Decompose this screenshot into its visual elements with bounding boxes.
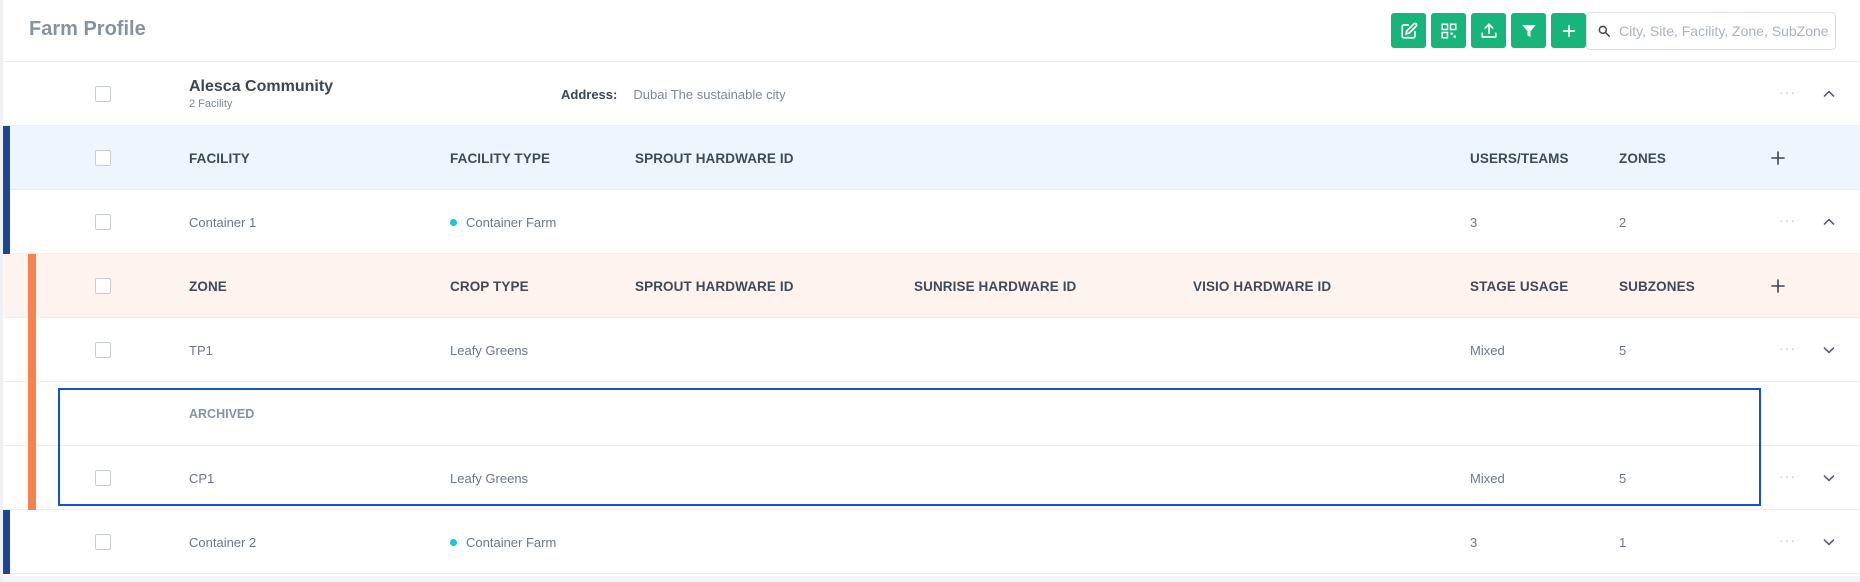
zones-column-header: ZONES bbox=[1619, 150, 1667, 166]
search-box bbox=[1586, 12, 1836, 50]
chevron-down-icon[interactable] bbox=[1821, 342, 1837, 358]
subzones-column-header: SUBZONES bbox=[1619, 278, 1695, 294]
address-value: Dubai The sustainable city bbox=[633, 86, 786, 102]
stage-usage-value: Mixed bbox=[1470, 470, 1505, 486]
table-row[interactable]: TP1 Leafy Greens Mixed 5 ··· bbox=[3, 318, 1860, 382]
toolbar bbox=[1391, 13, 1586, 48]
users-teams-value: 3 bbox=[1470, 534, 1478, 550]
sprout-hardware-column-header: SPROUT HARDWARE ID bbox=[635, 278, 794, 294]
upload-icon bbox=[1480, 22, 1497, 38]
community-facility-count: 2 Facility bbox=[189, 98, 233, 110]
search-input[interactable] bbox=[1619, 23, 1834, 39]
upload-button[interactable] bbox=[1471, 13, 1506, 48]
more-options-icon[interactable]: ··· bbox=[1779, 468, 1796, 484]
users-teams-value: 3 bbox=[1470, 214, 1478, 230]
facility-name: Container 1 bbox=[189, 214, 257, 230]
sprout-hardware-column-header: SPROUT HARDWARE ID bbox=[635, 150, 794, 166]
qr-code-icon bbox=[1441, 23, 1456, 38]
community-checkbox[interactable] bbox=[95, 86, 111, 102]
plus-icon bbox=[1562, 24, 1575, 37]
edit-icon bbox=[1400, 22, 1417, 39]
community-address: Address: Dubai The sustainable city bbox=[561, 62, 786, 126]
facility-name: Container 2 bbox=[189, 534, 257, 550]
stage-usage-value: Mixed bbox=[1470, 342, 1505, 358]
edit-button[interactable] bbox=[1391, 13, 1426, 48]
table-row[interactable]: Container 1 Container Farm 3 2 ··· bbox=[3, 190, 1860, 254]
crop-type-value: Leafy Greens bbox=[450, 342, 529, 358]
zone-header-row: ZONE CROP TYPE SPROUT HARDWARE ID SUNRIS… bbox=[3, 254, 1860, 318]
table-bottom-strip bbox=[3, 576, 1860, 582]
search-icon bbox=[1598, 25, 1610, 37]
page-title: Farm Profile bbox=[29, 18, 146, 40]
more-options-icon[interactable]: ··· bbox=[1779, 84, 1796, 100]
zone-column-header: ZONE bbox=[189, 278, 227, 294]
row-checkbox[interactable] bbox=[95, 342, 111, 358]
page-header: Farm Profile bbox=[3, 0, 1860, 62]
facility-type: Container Farm bbox=[450, 190, 556, 254]
chevron-down-icon[interactable] bbox=[1821, 534, 1837, 550]
row-checkbox[interactable] bbox=[95, 534, 111, 550]
facility-select-all-checkbox[interactable] bbox=[95, 150, 111, 166]
row-checkbox[interactable] bbox=[95, 470, 111, 486]
chevron-down-icon[interactable] bbox=[1821, 470, 1837, 486]
zones-value: 1 bbox=[1619, 534, 1627, 550]
crop-type-value: Leafy Greens bbox=[450, 470, 529, 486]
facility-type-column-header: FACILITY TYPE bbox=[450, 150, 551, 166]
qr-code-button[interactable] bbox=[1431, 13, 1466, 48]
zone-accent-bar bbox=[28, 254, 36, 510]
community-row[interactable]: Alesca Community 2 Facility Address: Dub… bbox=[3, 62, 1860, 126]
zone-select-all-checkbox[interactable] bbox=[95, 278, 111, 294]
users-teams-column-header: USERS/TEAMS bbox=[1470, 150, 1569, 166]
subzones-value: 5 bbox=[1619, 342, 1627, 358]
facility-type-label: Container Farm bbox=[466, 214, 557, 230]
zones-value: 2 bbox=[1619, 214, 1627, 230]
more-options-icon[interactable]: ··· bbox=[1779, 340, 1796, 356]
filter-icon bbox=[1521, 24, 1536, 37]
chevron-up-icon[interactable] bbox=[1821, 86, 1837, 102]
zone-name: CP1 bbox=[189, 470, 215, 486]
archived-section-row: ARCHIVED bbox=[3, 382, 1860, 446]
row-checkbox[interactable] bbox=[95, 214, 111, 230]
sunrise-hardware-column-header: SUNRISE HARDWARE ID bbox=[914, 278, 1077, 294]
add-facility-icon[interactable] bbox=[1768, 148, 1788, 168]
visio-hardware-column-header: VISIO HARDWARE ID bbox=[1193, 278, 1332, 294]
archived-label: ARCHIVED bbox=[189, 407, 255, 421]
address-label: Address: bbox=[561, 86, 618, 102]
facility-type-label: Container Farm bbox=[466, 534, 557, 550]
facility-column-header: FACILITY bbox=[189, 150, 250, 166]
facility-header-row: FACILITY FACILITY TYPE SPROUT HARDWARE I… bbox=[3, 126, 1860, 190]
crop-type-column-header: CROP TYPE bbox=[450, 278, 529, 294]
stage-usage-column-header: STAGE USAGE bbox=[1470, 278, 1569, 294]
facility-accent-bar bbox=[3, 510, 10, 574]
zone-name: TP1 bbox=[189, 342, 213, 358]
add-zone-icon[interactable] bbox=[1768, 276, 1788, 296]
table-row[interactable]: Container 2 Container Farm 3 1 ··· bbox=[3, 510, 1860, 574]
facility-accent-bar bbox=[3, 126, 10, 254]
facility-type-dot bbox=[450, 218, 457, 226]
subzones-value: 5 bbox=[1619, 470, 1627, 486]
community-info: Alesca Community 2 Facility bbox=[189, 62, 333, 126]
filter-button[interactable] bbox=[1511, 13, 1546, 48]
facility-type: Container Farm bbox=[450, 510, 556, 574]
chevron-up-icon[interactable] bbox=[1821, 214, 1837, 230]
more-options-icon[interactable]: ··· bbox=[1779, 532, 1796, 548]
table-row[interactable]: CP1 Leafy Greens Mixed 5 ··· bbox=[3, 446, 1860, 510]
more-options-icon[interactable]: ··· bbox=[1779, 212, 1796, 228]
community-name: Alesca Community bbox=[189, 78, 334, 95]
add-button[interactable] bbox=[1551, 13, 1586, 48]
facility-type-dot bbox=[450, 538, 457, 546]
